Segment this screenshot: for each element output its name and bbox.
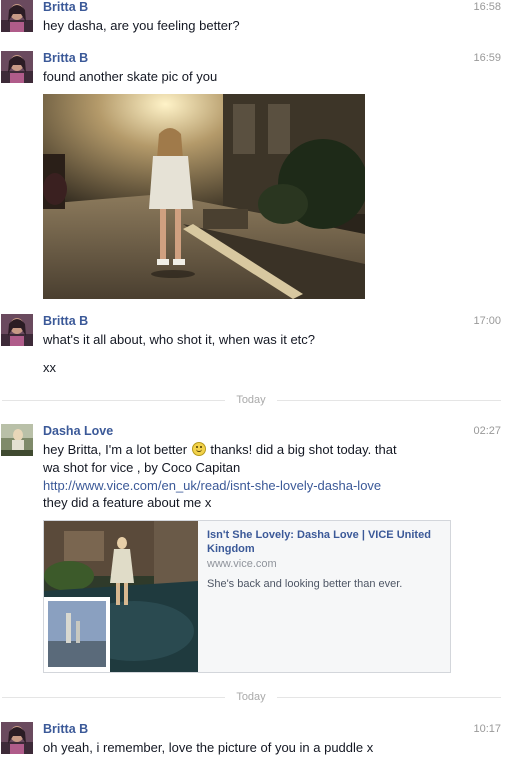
message-group: Britta B 10:17 oh yeah, i remember, love…: [0, 722, 518, 762]
message-text: hey Britta, I'm a lot better thanks! did…: [43, 441, 397, 459]
link-preview-title[interactable]: Isn't She Lovely: Dasha Love | VICE Unit…: [207, 528, 437, 556]
message-text-part: hey Britta, I'm a lot better: [43, 442, 188, 457]
message-text: xx: [43, 360, 56, 375]
divider-line: [2, 697, 225, 698]
message-group: Britta B 17:00 what's it all about, who …: [0, 314, 518, 378]
avatar[interactable]: [1, 424, 33, 456]
message-text: what's it all about, who shot it, when w…: [43, 332, 316, 347]
message-text: wa shot for vice , by Coco Capitan: [43, 460, 241, 475]
message-text: hey dasha, are you feeling better?: [43, 18, 240, 33]
date-divider: Today: [0, 690, 518, 704]
avatar[interactable]: [1, 314, 33, 346]
message-group: Britta B 16:58 hey dasha, are you feelin…: [0, 0, 518, 40]
divider-label: Today: [236, 691, 266, 703]
message-group: Dasha Love 02:27 hey Britta, I'm a lot b…: [0, 424, 518, 514]
link-preview-thumbnail[interactable]: [44, 521, 198, 672]
sender-name[interactable]: Britta B: [43, 0, 88, 14]
timestamp: 02:27: [473, 425, 501, 437]
divider-line: [2, 400, 225, 401]
message-text: found another skate pic of you: [43, 69, 218, 84]
avatar[interactable]: [1, 722, 33, 754]
sender-name[interactable]: Britta B: [43, 722, 88, 736]
date-divider: Today: [0, 393, 518, 407]
divider-line: [277, 697, 501, 698]
timestamp: 10:17: [473, 723, 501, 735]
timestamp: 16:58: [473, 1, 501, 13]
divider-label: Today: [236, 394, 266, 406]
avatar[interactable]: [1, 0, 33, 32]
avatar[interactable]: [1, 51, 33, 83]
timestamp: 16:59: [473, 52, 501, 64]
link-preview[interactable]: Isn't She Lovely: Dasha Love | VICE Unit…: [43, 520, 451, 673]
link-preview-domain: www.vice.com: [207, 558, 277, 570]
message-link[interactable]: http://www.vice.com/en_uk/read/isnt-she-…: [43, 477, 381, 495]
timestamp: 17:00: [473, 315, 501, 327]
message-text: oh yeah, i remember, love the picture of…: [43, 740, 374, 755]
divider-line: [277, 400, 501, 401]
shared-photo[interactable]: [43, 94, 365, 299]
sender-name[interactable]: Britta B: [43, 314, 88, 328]
message-text-part: thanks! did a big shot today. that: [210, 442, 397, 457]
link-preview-description: She's back and looking better than ever.: [207, 578, 403, 590]
sender-name[interactable]: Dasha Love: [43, 424, 113, 438]
sender-name[interactable]: Britta B: [43, 51, 88, 65]
smiley-icon: [191, 442, 206, 456]
message-text: they did a feature about me x: [43, 495, 212, 510]
